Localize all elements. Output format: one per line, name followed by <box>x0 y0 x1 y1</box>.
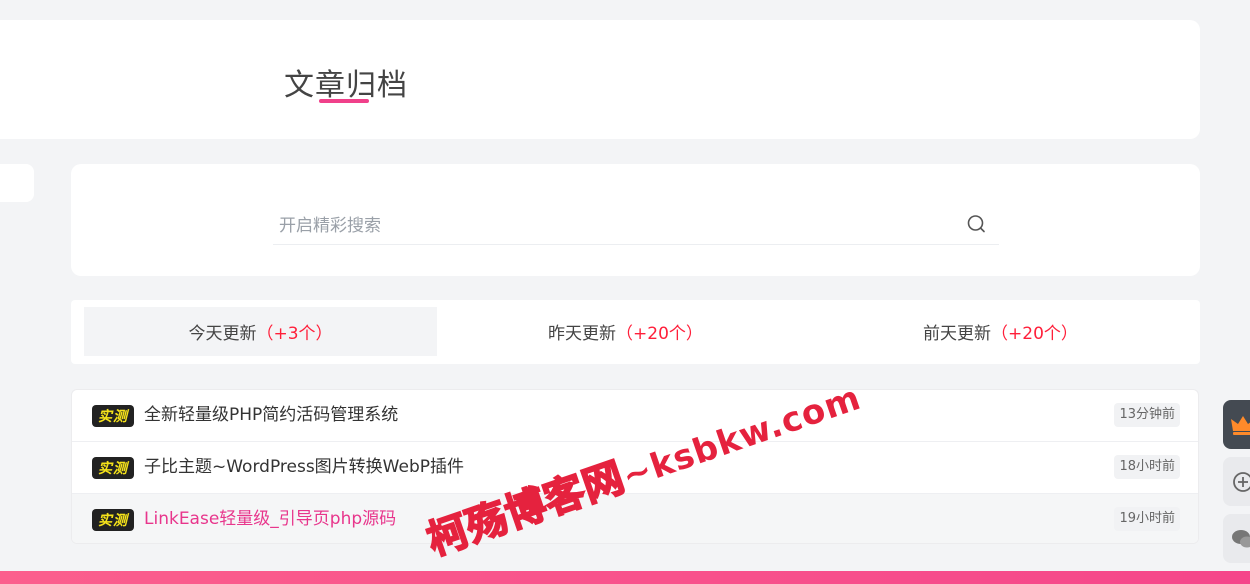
vip-float-button[interactable] <box>1223 400 1250 449</box>
category-badge: 实测 <box>92 457 134 479</box>
list-item: 实测 子比主题~WordPress图片转换WebP插件 18小时前 <box>72 442 1198 494</box>
title-underline <box>319 99 369 103</box>
post-title-link[interactable]: LinkEase轻量级_引导页php源码 <box>144 494 396 543</box>
post-time: 18小时前 <box>1114 455 1180 479</box>
crown-icon <box>1231 416 1250 435</box>
chat-icon <box>1232 530 1250 548</box>
tab-label: 今天更新 <box>188 324 257 344</box>
tab-label: 前天更新 <box>923 324 992 344</box>
search-icon <box>967 215 985 233</box>
tab-label: 昨天更新 <box>548 324 617 344</box>
post-time: 19小时前 <box>1114 507 1180 531</box>
list-item: 实测 LinkEase轻量级_引导页php源码 19小时前 <box>72 494 1198 543</box>
search-button[interactable] <box>962 210 990 238</box>
sidebar-card-edge <box>0 164 34 202</box>
post-list: 实测 全新轻量级PHP简约活码管理系统 13分钟前 实测 子比主题~WordPr… <box>71 389 1199 544</box>
post-title-link[interactable]: 全新轻量级PHP简约活码管理系统 <box>144 390 398 441</box>
post-title-link[interactable]: 子比主题~WordPress图片转换WebP插件 <box>144 442 464 493</box>
publish-float-button[interactable] <box>1223 457 1250 506</box>
list-item: 实测 全新轻量级PHP简约活码管理系统 13分钟前 <box>72 390 1198 442</box>
tab-day-before-yesterday[interactable]: 前天更新 （+20个） <box>824 307 1177 356</box>
search-bar <box>273 205 999 245</box>
chat-float-button[interactable] <box>1223 514 1250 563</box>
page-title: 文章归档 <box>284 68 408 103</box>
plus-circle-icon <box>1233 472 1250 492</box>
tab-count: （+3个） <box>256 324 333 344</box>
category-badge: 实测 <box>92 509 134 531</box>
tab-count: （+20个） <box>616 324 703 344</box>
tab-count: （+20个） <box>991 324 1078 344</box>
post-time: 13分钟前 <box>1114 403 1180 427</box>
page-header-card <box>0 20 1200 139</box>
category-badge: 实测 <box>92 405 134 427</box>
tab-today[interactable]: 今天更新 （+3个） <box>84 307 437 356</box>
search-input[interactable] <box>277 211 941 241</box>
tab-yesterday[interactable]: 昨天更新 （+20个） <box>449 307 802 356</box>
footer-bar <box>0 571 1250 584</box>
